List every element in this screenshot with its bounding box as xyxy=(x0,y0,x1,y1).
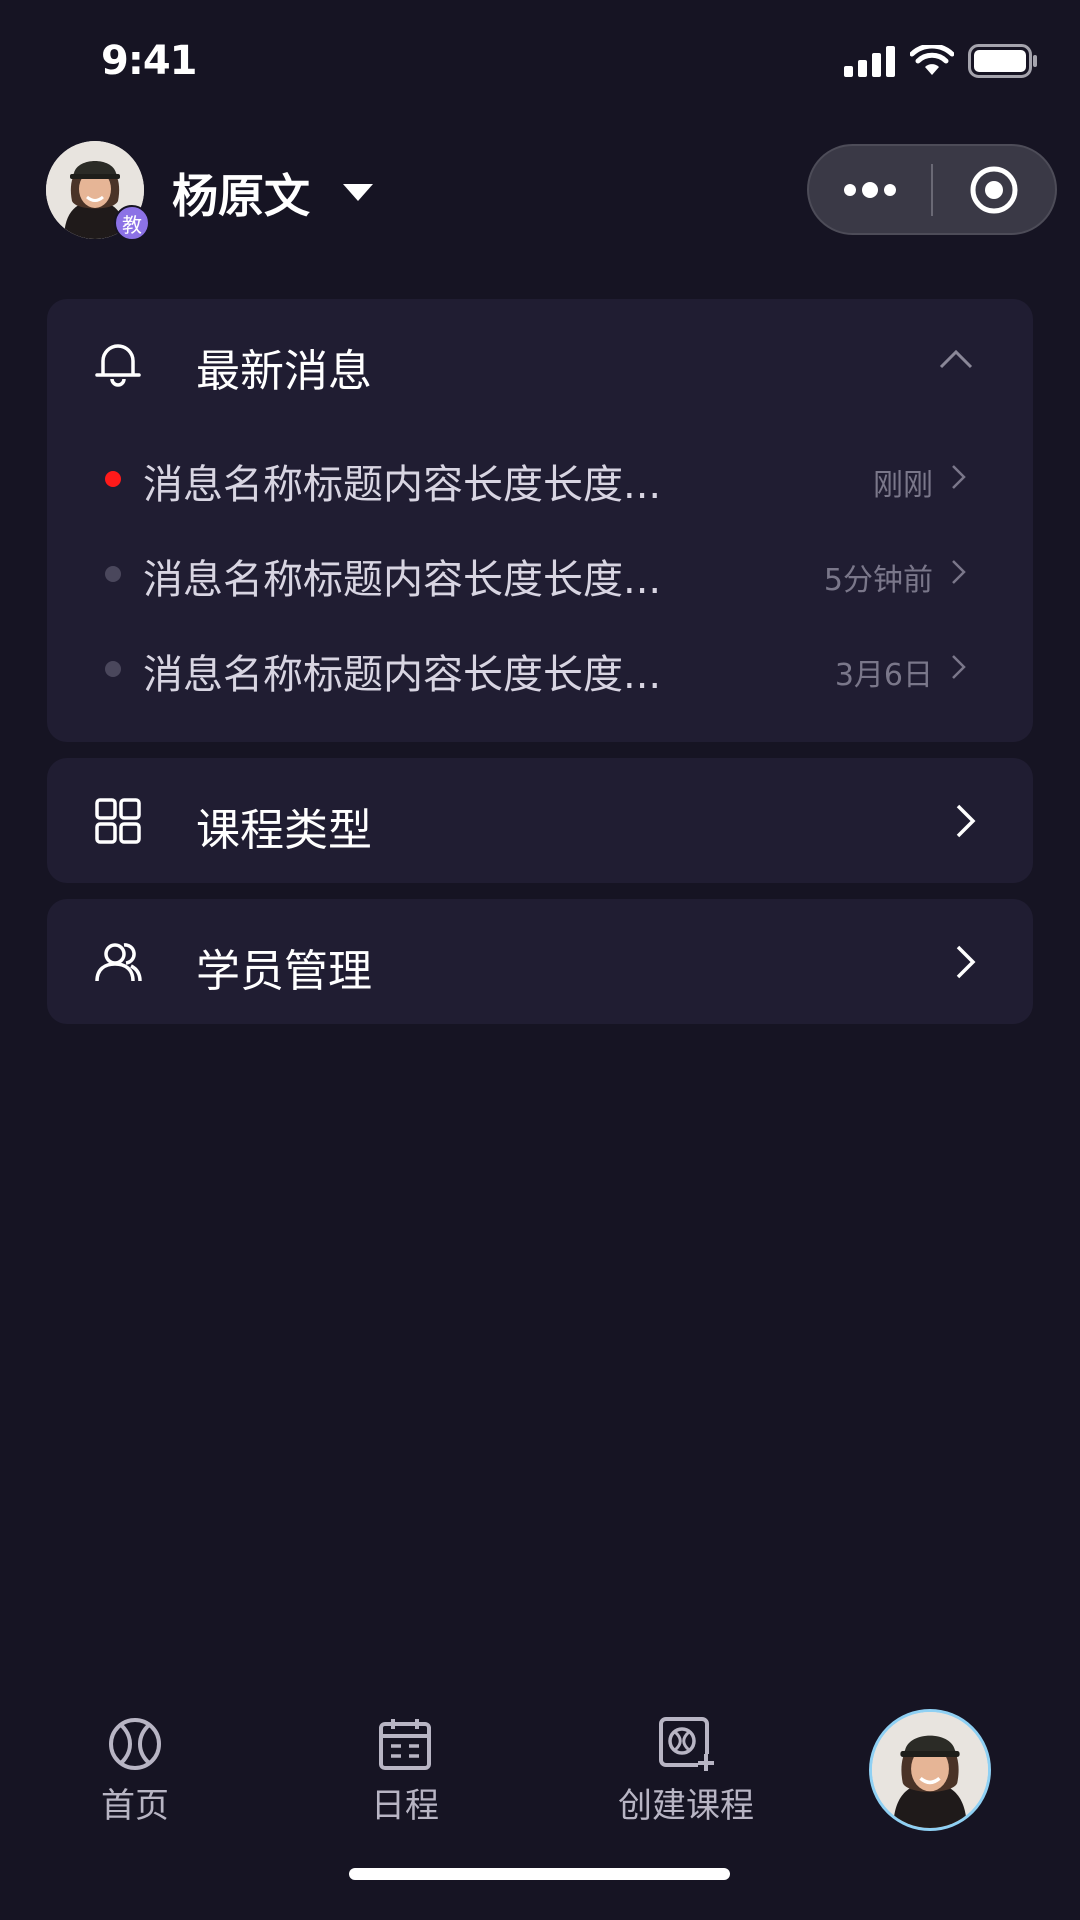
messages-card: 最新消息 消息名称标题内容长度长度... 刚刚 消息名称标题内容长度长度... … xyxy=(47,299,1033,742)
close-program-button[interactable] xyxy=(933,146,1055,233)
more-button[interactable] xyxy=(809,146,931,233)
student-management-title: 学员管理 xyxy=(196,946,372,997)
messages-card-header[interactable]: 最新消息 xyxy=(47,299,1033,424)
user-name[interactable]: 杨原文 xyxy=(172,160,310,226)
chevron-right-icon xyxy=(956,945,976,979)
tab-profile-avatar[interactable] xyxy=(869,1709,991,1831)
student-management-card[interactable]: 学员管理 xyxy=(47,899,1033,1024)
role-badge: 教 xyxy=(114,205,150,241)
message-item[interactable]: 消息名称标题内容长度长度... 刚刚 xyxy=(47,442,1033,512)
chevron-right-icon xyxy=(952,465,966,489)
chevron-right-icon xyxy=(956,804,976,838)
message-time: 刚刚 xyxy=(873,468,933,503)
home-indicator xyxy=(349,1868,730,1880)
tab-label: 日程 xyxy=(371,1786,439,1826)
tab-label: 首页 xyxy=(101,1786,169,1826)
tab-home[interactable]: 首页 xyxy=(35,1690,235,1827)
tennis-ball-icon xyxy=(109,1718,161,1770)
screen: 9:41 教 杨原文 最新消息 消息名称标题内容长度长度... 刚刚 消息名称标… xyxy=(0,0,1080,1920)
bell-icon xyxy=(95,344,141,387)
course-type-card[interactable]: 课程类型 xyxy=(47,758,1033,883)
status-time: 9:41 xyxy=(101,38,197,84)
signal-icon xyxy=(844,46,895,77)
chevron-right-icon xyxy=(952,655,966,679)
tab-schedule[interactable]: 日程 xyxy=(305,1690,505,1827)
battery-icon xyxy=(968,44,1037,78)
calendar-icon xyxy=(379,1719,431,1770)
chevron-up-icon[interactable] xyxy=(939,349,973,369)
message-item[interactable]: 消息名称标题内容长度长度... 3月6日 xyxy=(47,632,1033,702)
message-title: 消息名称标题内容长度长度... xyxy=(143,557,662,603)
users-icon xyxy=(95,943,142,982)
grid-icon xyxy=(95,798,141,844)
messages-title: 最新消息 xyxy=(196,346,372,397)
create-course-icon xyxy=(659,1717,714,1771)
course-type-title: 课程类型 xyxy=(196,805,372,856)
wifi-icon xyxy=(910,45,954,75)
mini-program-capsule xyxy=(807,144,1057,235)
read-dot xyxy=(105,566,121,582)
status-icons xyxy=(844,44,1038,78)
chevron-right-icon xyxy=(952,560,966,584)
read-dot xyxy=(105,661,121,677)
message-title: 消息名称标题内容长度长度... xyxy=(143,652,662,698)
tab-label: 创建课程 xyxy=(618,1786,754,1826)
message-time: 3月6日 xyxy=(834,658,933,693)
more-dots-icon xyxy=(844,181,896,198)
unread-dot xyxy=(105,471,121,487)
message-title: 消息名称标题内容长度长度... xyxy=(143,462,662,508)
tab-create-course[interactable]: 创建课程 xyxy=(586,1690,786,1827)
message-item[interactable]: 消息名称标题内容长度长度... 5分钟前 xyxy=(47,537,1033,607)
user-avatar[interactable]: 教 xyxy=(46,141,150,241)
message-time: 5分钟前 xyxy=(823,563,933,598)
target-circle-icon xyxy=(970,166,1018,213)
caret-down-icon[interactable] xyxy=(343,184,373,202)
